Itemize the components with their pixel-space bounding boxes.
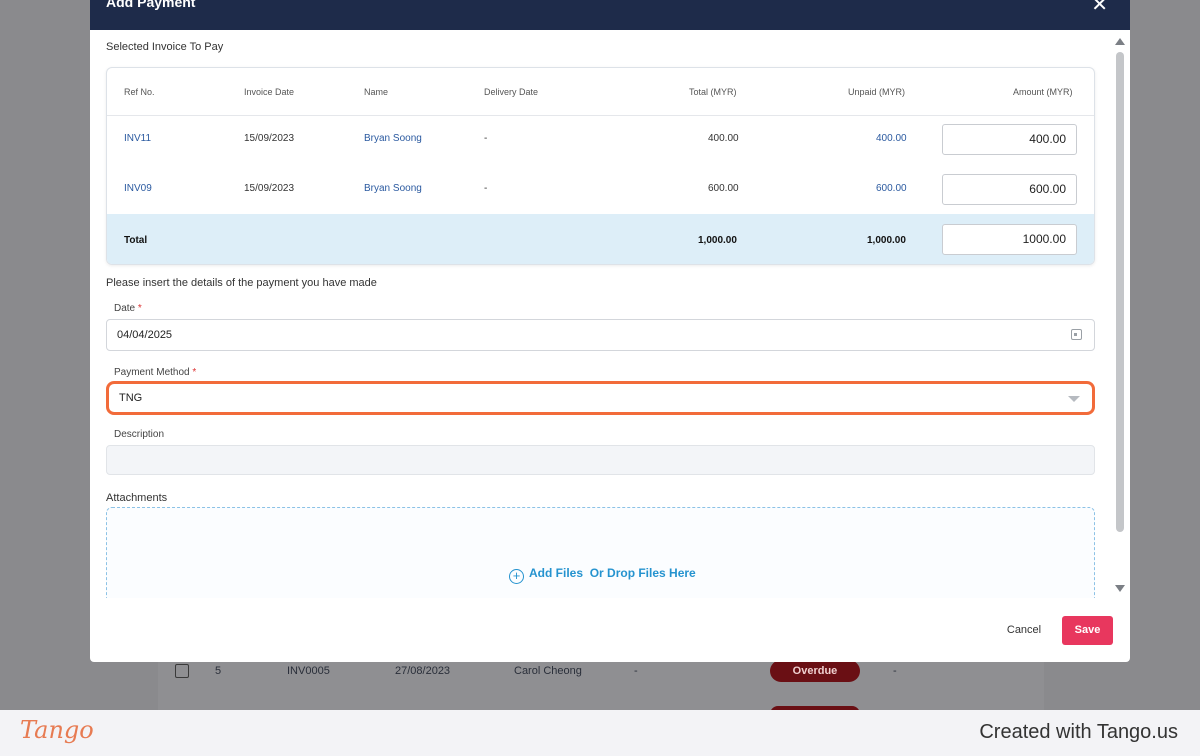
description-input[interactable] — [106, 445, 1095, 475]
row-ref[interactable]: INV0005 — [287, 665, 330, 677]
row-2-total: 600.00 — [708, 183, 739, 194]
row-1-total: 400.00 — [708, 133, 739, 144]
status-badge: Overdue — [770, 660, 860, 682]
row-2-delivery-date: - — [484, 183, 488, 194]
modal-header: Add Payment ✕ — [90, 0, 1130, 30]
row-1-amount-input[interactable]: 400.00 — [942, 124, 1077, 155]
row-2-amount-input[interactable]: 600.00 — [942, 174, 1077, 205]
row-1-invoice-date: 15/09/2023 — [244, 133, 295, 144]
header-ref: Ref No. — [124, 87, 155, 97]
date-label-text: Date — [114, 303, 136, 314]
required-marker: * — [192, 367, 197, 378]
selected-invoice-label: Selected Invoice To Pay — [106, 41, 224, 53]
row-1-delivery-date: - — [484, 133, 488, 144]
save-button[interactable]: Save — [1062, 616, 1113, 645]
date-value: 04/04/2025 — [117, 329, 173, 341]
total-row: Total 1,000.00 1,000.00 1000.00 — [107, 214, 1094, 264]
header-invoice-date: Invoice Date — [244, 87, 295, 97]
tango-logo: Tango — [20, 716, 94, 744]
header-name: Name — [364, 87, 389, 97]
header-unpaid: Unpaid (MYR) — [848, 87, 906, 97]
row-1-name[interactable]: Bryan Soong — [364, 133, 422, 144]
row-checkbox[interactable] — [175, 664, 189, 678]
payment-method-select[interactable]: TNG — [106, 381, 1095, 415]
cancel-button[interactable]: Cancel — [994, 616, 1054, 645]
header-total: Total (MYR) — [689, 87, 737, 97]
tango-credit: Created with Tango.us — [979, 721, 1178, 743]
scroll-thumb[interactable] — [1116, 52, 1124, 532]
scroll-up-arrow-icon[interactable] — [1115, 38, 1125, 45]
row-1-ref[interactable]: INV11 — [124, 133, 151, 144]
total-label: Total — [124, 235, 148, 246]
add-files-link[interactable]: + Add Files Or Drop Files Here — [509, 566, 696, 584]
payment-method-label: Payment Method * — [114, 367, 196, 378]
invoice-table: Ref No. Invoice Date Name Delivery Date … — [106, 67, 1095, 265]
row-date: 27/08/2023 — [395, 665, 451, 677]
header-amount: Amount (MYR) — [1013, 87, 1073, 97]
close-icon[interactable]: ✕ — [1091, 0, 1108, 15]
attachments-dropzone[interactable]: + Add Files Or Drop Files Here — [106, 507, 1095, 598]
row-dash-2: - — [893, 665, 897, 677]
details-label: Please insert the details of the payment… — [106, 277, 377, 289]
add-files-text: Add Files — [529, 566, 584, 580]
description-label: Description — [114, 429, 165, 440]
modal-scrollbar[interactable] — [1114, 38, 1126, 598]
date-label: Date * — [114, 303, 142, 314]
required-marker: * — [137, 303, 142, 314]
attachments-label: Attachments — [106, 492, 168, 504]
total-amount-input[interactable]: 1000.00 — [942, 224, 1077, 255]
row-2-invoice-date: 15/09/2023 — [244, 183, 295, 194]
row-2-name[interactable]: Bryan Soong — [364, 183, 422, 194]
row-2-ref[interactable]: INV09 — [124, 183, 152, 194]
row-name[interactable]: Carol Cheong — [514, 665, 582, 677]
date-input[interactable]: 04/04/2025 — [106, 319, 1095, 351]
row-1-unpaid: 400.00 — [876, 133, 907, 144]
payment-method-value: TNG — [119, 392, 143, 404]
total-total: 1,000.00 — [698, 235, 737, 246]
chevron-down-icon — [1068, 396, 1080, 402]
tango-footer: Tango Created with Tango.us — [0, 710, 1200, 756]
drop-files-text: Or Drop Files Here — [589, 566, 696, 580]
total-unpaid: 1,000.00 — [867, 235, 906, 246]
header-divider — [107, 115, 1094, 116]
header-delivery-date: Delivery Date — [484, 87, 539, 97]
modal-title: Add Payment — [106, 0, 196, 10]
row-number: 5 — [215, 665, 222, 677]
add-payment-modal: Add Payment ✕ Selected Invoice To Pay Re… — [90, 0, 1130, 662]
modal-body: Selected Invoice To Pay Ref No. Invoice … — [90, 30, 1130, 598]
payment-method-label-text: Payment Method — [114, 367, 190, 378]
plus-circle-icon: + — [509, 569, 524, 584]
row-dash: - — [634, 665, 638, 677]
calendar-icon[interactable] — [1071, 329, 1082, 340]
row-2-unpaid: 600.00 — [876, 183, 907, 194]
scroll-down-arrow-icon[interactable] — [1115, 585, 1125, 592]
